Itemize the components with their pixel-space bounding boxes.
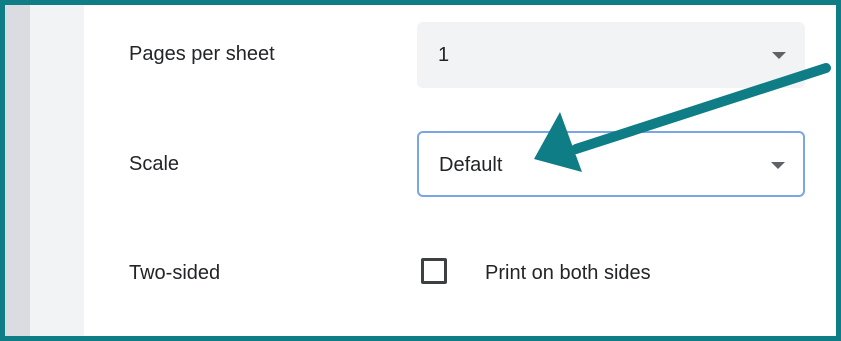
pages-per-sheet-select[interactable]: 1 [417,22,805,88]
scale-select[interactable]: Default [417,131,805,197]
left-gutter [30,5,84,336]
left-sidebar-edge [5,5,30,336]
pages-per-sheet-label: Pages per sheet [129,43,275,65]
scale-value: Default [439,154,503,176]
print-both-sides-label: Print on both sides [485,262,651,284]
print-settings-panel: Pages per sheet 1 Scale Default Two-side… [0,0,841,341]
two-sided-label: Two-sided [129,262,221,284]
scale-label: Scale [129,153,180,175]
chevron-down-icon [772,52,786,59]
pages-per-sheet-value: 1 [438,44,450,66]
chevron-down-icon [771,162,785,169]
print-both-sides-checkbox[interactable] [421,258,447,284]
